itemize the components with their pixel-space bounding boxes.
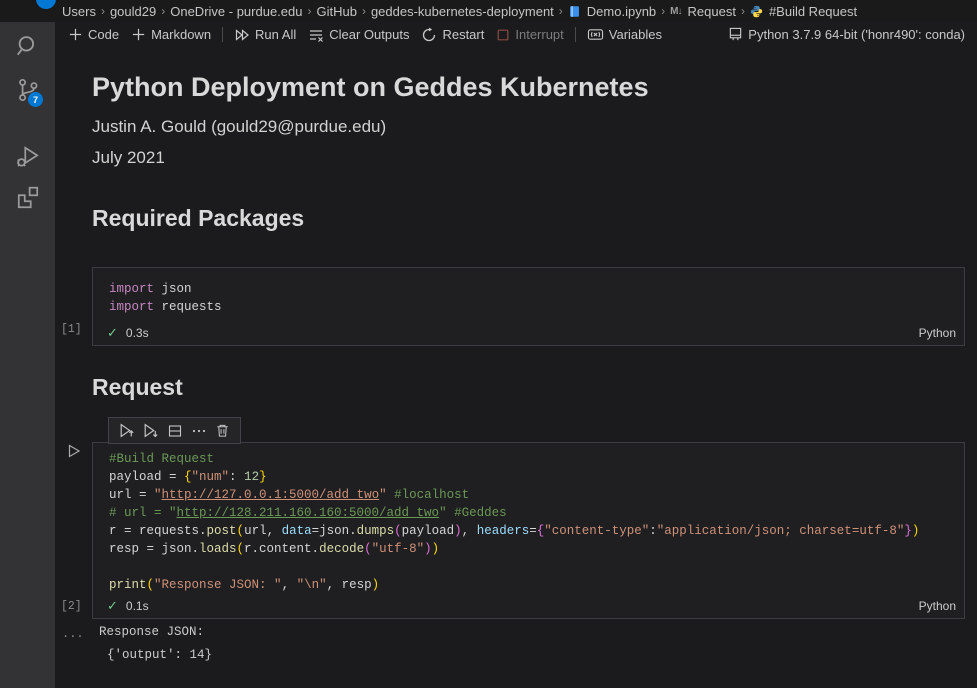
run-and-debug-icon[interactable] <box>15 144 41 170</box>
clear-outputs-button[interactable]: Clear Outputs <box>302 24 415 46</box>
breadcrumb: Users › gould29 › OneDrive - purdue.edu … <box>62 0 857 22</box>
success-check-icon: ✓ <box>107 598 118 614</box>
execution-count-cell2: [2] <box>61 600 82 613</box>
toolbar-divider <box>575 27 576 42</box>
output-collapse-indicator[interactable]: ... <box>62 627 84 641</box>
more-actions-button[interactable] <box>190 422 207 439</box>
run-all-icon <box>234 27 250 43</box>
toolbar-divider <box>222 27 223 42</box>
page-title: Python Deployment on Geddes Kubernetes <box>92 72 649 103</box>
add-markdown-cell-button[interactable]: Markdown <box>125 24 217 46</box>
cell-hover-toolbar <box>108 417 241 444</box>
activity-bar: 7 <box>0 22 55 688</box>
required-packages-heading: Required Packages <box>92 205 304 232</box>
code-editor-cell2[interactable]: #Build Requestpayload = {"num": 12}url =… <box>93 443 964 594</box>
interrupt-button[interactable]: Interrupt <box>490 24 569 46</box>
cell-output-line1: Response JSON: <box>99 625 204 639</box>
breadcrumb-item-onedrive[interactable]: OneDrive - purdue.edu <box>170 4 302 19</box>
cell1-status-bar: ✓ 0.3s Python <box>107 324 956 342</box>
run-above-icon <box>118 422 135 439</box>
extensions-icon[interactable] <box>15 185 41 211</box>
run-below-icon <box>142 422 159 439</box>
execution-count-cell1: [1] <box>61 323 82 336</box>
notebook-file-icon <box>568 5 581 18</box>
interrupt-label: Interrupt <box>515 27 563 42</box>
request-heading: Request <box>92 374 183 401</box>
run-cells-below-button[interactable] <box>142 422 159 439</box>
success-check-icon: ✓ <box>107 325 118 341</box>
plus-icon <box>68 27 83 42</box>
breadcrumb-separator: › <box>660 4 666 18</box>
cell-output-line2: {'output': 14} <box>107 648 212 662</box>
breadcrumb-separator: › <box>558 4 564 18</box>
breadcrumb-item-request-section[interactable]: Request <box>688 4 736 19</box>
delete-cell-button[interactable] <box>214 422 231 439</box>
restart-label: Restart <box>442 27 484 42</box>
execution-time: 0.3s <box>126 326 149 340</box>
restart-button[interactable]: Restart <box>415 24 490 46</box>
search-icon[interactable] <box>15 33 41 59</box>
kernel-picker[interactable]: Python 3.7.9 64-bit ('honr490': conda) <box>722 24 971 46</box>
breadcrumb-separator: › <box>740 4 746 18</box>
breadcrumb-separator: › <box>306 4 312 18</box>
plus-icon <box>131 27 146 42</box>
breadcrumb-item-repo[interactable]: geddes-kubernetes-deployment <box>371 4 554 19</box>
author-line: Justin A. Gould (gould29@purdue.edu) <box>92 117 386 137</box>
add-markdown-label: Markdown <box>151 27 211 42</box>
split-cell-icon <box>167 423 183 439</box>
breadcrumb-separator: › <box>100 4 106 18</box>
code-cell-2: #Build Requestpayload = {"num": 12}url =… <box>92 442 965 619</box>
ellipsis-icon <box>191 423 207 439</box>
run-all-button[interactable]: Run All <box>228 24 302 46</box>
notebook-toolbar: Code Markdown Run All Clear Outputs Rest… <box>55 22 977 47</box>
breadcrumb-item-github[interactable]: GitHub <box>316 4 356 19</box>
cell-language-label[interactable]: Python <box>919 599 956 613</box>
kernel-label: Python 3.7.9 64-bit ('honr490': conda) <box>748 27 965 42</box>
add-code-label: Code <box>88 27 119 42</box>
add-code-cell-button[interactable]: Code <box>62 24 125 46</box>
date-line: July 2021 <box>92 148 165 168</box>
run-all-label: Run All <box>255 27 296 42</box>
breadcrumb-separator: › <box>160 4 166 18</box>
split-cell-button[interactable] <box>166 422 183 439</box>
python-icon <box>750 5 763 18</box>
source-control-badge: 7 <box>28 92 43 107</box>
breadcrumb-separator: › <box>361 4 367 18</box>
markdown-icon: M↓ <box>670 6 681 17</box>
code-editor-cell1[interactable]: import jsonimport requests <box>93 268 964 316</box>
title-breadcrumb-bar: Users › gould29 › OneDrive - purdue.edu … <box>0 0 977 22</box>
code-cell-1: import jsonimport requests ✓ 0.3s Python <box>92 267 965 346</box>
variables-label: Variables <box>609 27 662 42</box>
breadcrumb-item-users[interactable]: Users <box>62 4 96 19</box>
clear-outputs-icon <box>308 27 324 43</box>
clear-outputs-label: Clear Outputs <box>329 27 409 42</box>
variables-button[interactable]: Variables <box>581 24 668 46</box>
trash-icon <box>215 423 230 438</box>
notification-dot <box>36 0 56 9</box>
breadcrumb-item-gould29[interactable]: gould29 <box>110 4 156 19</box>
run-cells-above-button[interactable] <box>118 422 135 439</box>
breadcrumb-item-notebook[interactable]: Demo.ipynb <box>587 4 656 19</box>
variables-icon <box>587 27 604 42</box>
restart-icon <box>421 27 437 43</box>
execution-time: 0.1s <box>126 599 149 613</box>
cell2-status-bar: ✓ 0.1s Python <box>107 597 956 615</box>
breadcrumb-item-build-request-cell[interactable]: #Build Request <box>769 4 857 19</box>
kernel-icon <box>728 27 743 42</box>
cell-language-label[interactable]: Python <box>919 326 956 340</box>
run-cell-button[interactable] <box>66 443 82 459</box>
interrupt-icon <box>496 28 510 42</box>
